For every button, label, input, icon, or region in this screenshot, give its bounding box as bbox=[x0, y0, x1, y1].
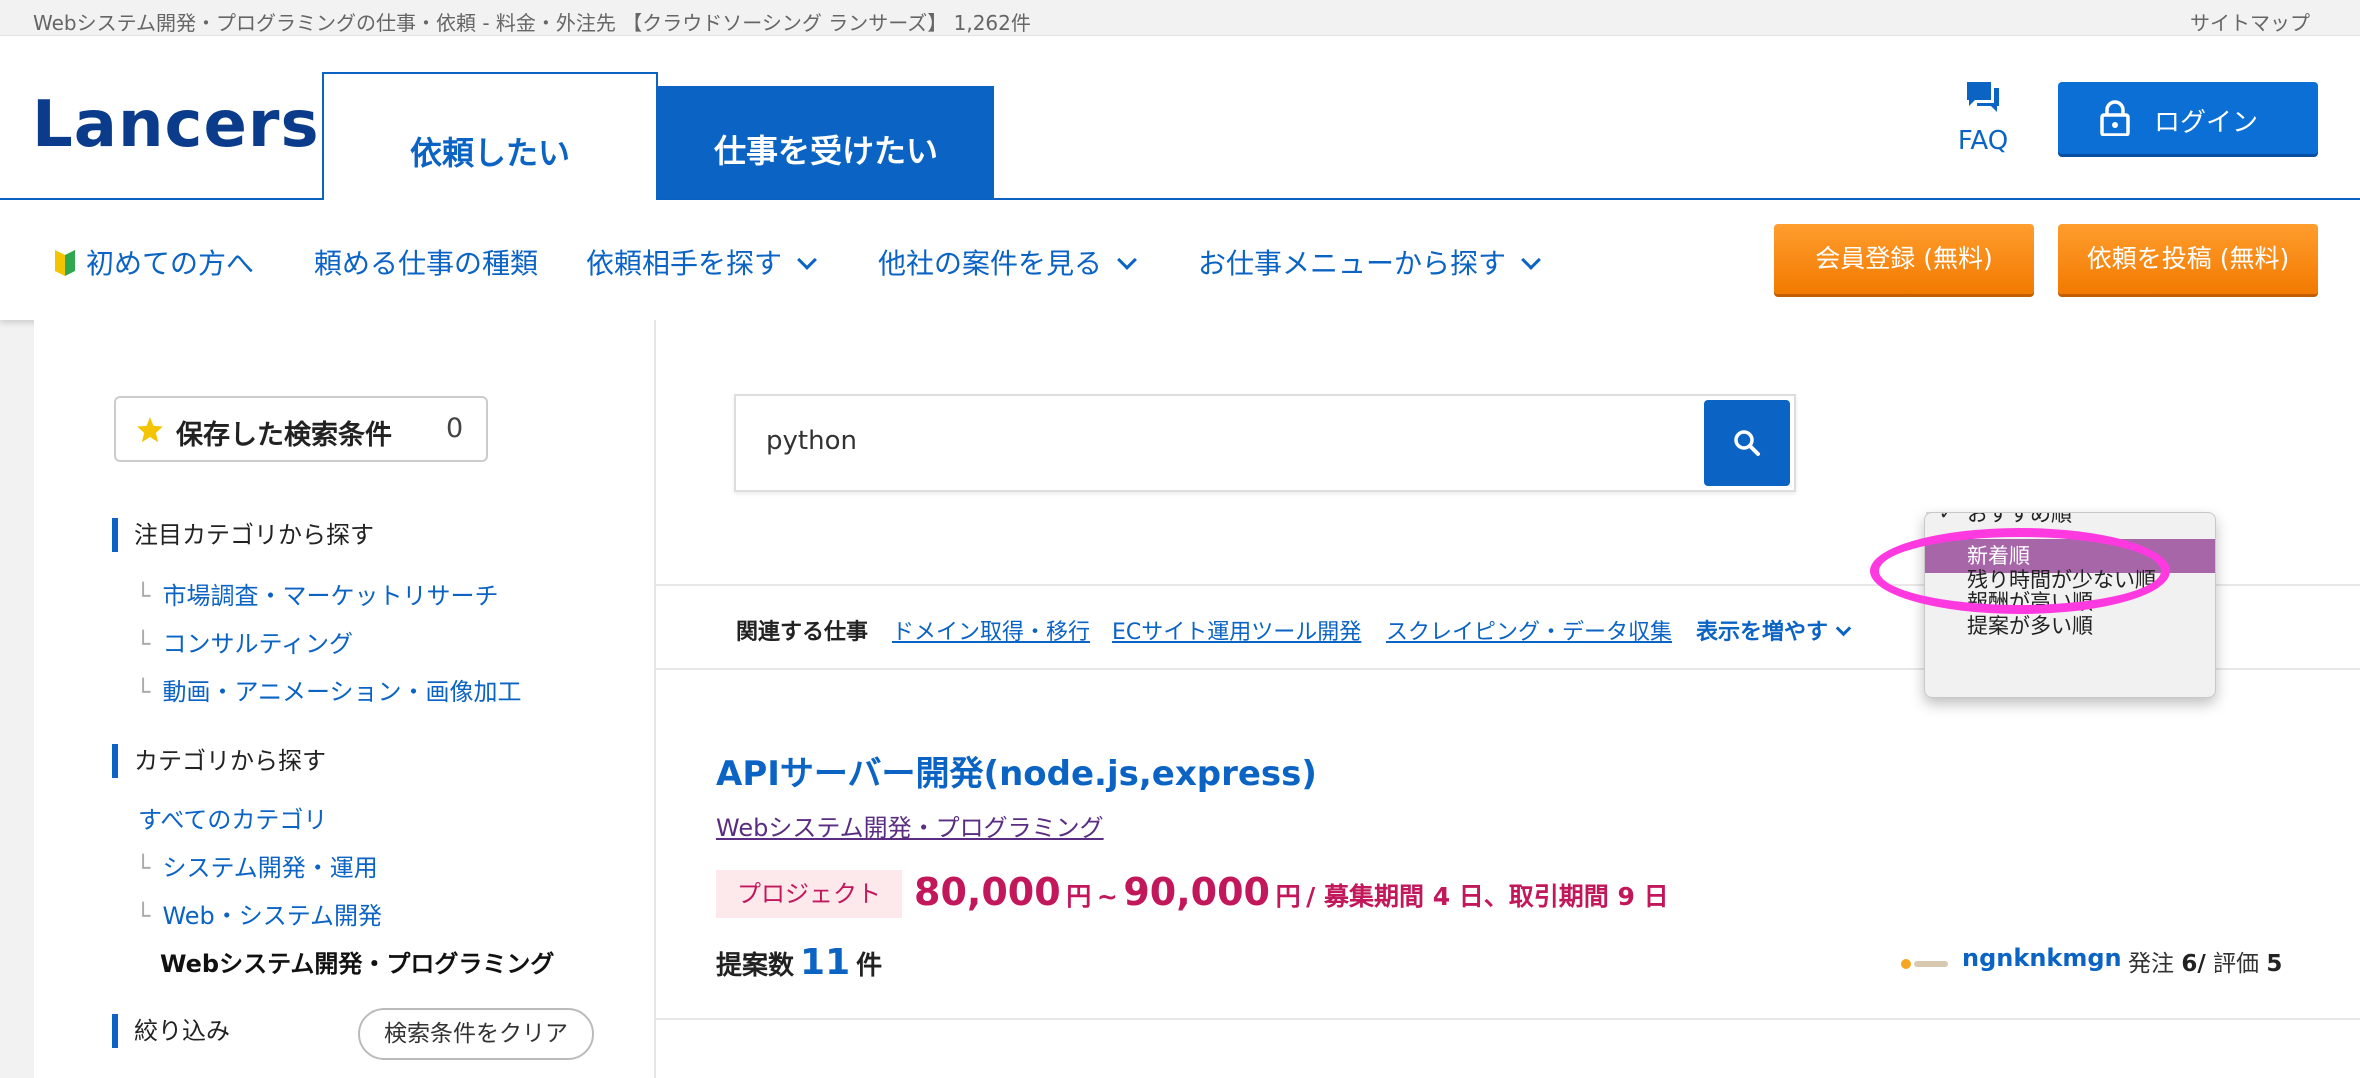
site-header: Lancers 依頼したい 仕事を受けたい FAQ ログイン bbox=[0, 36, 2360, 200]
client-name-link[interactable]: ngnknkmgn bbox=[1962, 944, 2122, 972]
nav-other-projects[interactable]: 他社の案件を見る bbox=[878, 242, 1137, 282]
nav-find-partner-label: 依頼相手を探す bbox=[586, 247, 783, 280]
tab-client[interactable]: 依頼したい bbox=[322, 72, 658, 200]
job-period: / 募集期間 4 日、取引期間 9 日 bbox=[1306, 882, 1669, 911]
all-categories-link[interactable]: すべてのカテゴリ bbox=[138, 800, 327, 835]
price-max: 90,000 bbox=[1123, 870, 1270, 914]
proposals-unit: 件 bbox=[856, 951, 883, 981]
search-input[interactable]: python bbox=[766, 426, 857, 456]
category-system-link[interactable]: └ システム開発・運用 bbox=[136, 848, 378, 883]
related-job-link[interactable]: スクレイピング・データ収集 bbox=[1386, 614, 1672, 646]
sort-dropdown-menu: ✓ おすすめ順 新着順 残り時間が少ない順 報酬が高い順 提案が多い順 bbox=[1924, 512, 2216, 698]
orders-label: 発注 bbox=[2128, 951, 2174, 977]
faq-label: FAQ bbox=[1957, 126, 2009, 156]
login-button[interactable]: ログイン bbox=[2058, 82, 2318, 154]
top-strip: Webシステム開発・プログラミングの仕事・依頼 - 料金・外注先 【クラウドソー… bbox=[0, 0, 2360, 36]
sitemap-link[interactable]: サイトマップ bbox=[2190, 7, 2310, 36]
sort-option[interactable]: ✓ おすすめ順 bbox=[1925, 512, 2215, 531]
chevron-down-icon bbox=[1117, 250, 1137, 270]
main-content: python 関連する仕事 ドメイン取得・移行 ECサイト運用ツール開発 スクレ… bbox=[656, 320, 2360, 1078]
tree-branch-icon: └ bbox=[136, 902, 151, 930]
post-job-button[interactable]: 依頼を投稿 (無料) bbox=[2058, 224, 2318, 294]
job-category-link[interactable]: Webシステム開発・プログラミング bbox=[716, 808, 1104, 843]
nav-work-menu-label: お仕事メニューから探す bbox=[1198, 247, 1507, 280]
chevron-down-icon bbox=[797, 250, 817, 270]
search-button[interactable] bbox=[1704, 400, 1790, 486]
rating-value: 5 bbox=[2266, 951, 2283, 977]
tab-client-label: 依頼したい bbox=[409, 134, 570, 172]
tab-worker[interactable]: 仕事を受けたい bbox=[658, 86, 994, 198]
featured-category-link[interactable]: └ コンサルティング bbox=[136, 624, 353, 659]
featured-category-link[interactable]: └ 動画・アニメーション・画像加工 bbox=[136, 672, 522, 707]
nav-find-partner[interactable]: 依頼相手を探す bbox=[586, 242, 817, 282]
yen-unit: 円 bbox=[1275, 882, 1301, 911]
tab-worker-label: 仕事を受けたい bbox=[713, 132, 938, 170]
proposal-count: 提案数 11 件 bbox=[716, 942, 882, 983]
nav-other-projects-label: 他社の案件を見る bbox=[878, 247, 1103, 280]
register-button[interactable]: 会員登録 (無料) bbox=[1774, 224, 2034, 294]
clear-filters-button[interactable]: 検索条件をクリア bbox=[358, 1008, 594, 1060]
nav-job-types[interactable]: 頼める仕事の種類 bbox=[314, 242, 538, 282]
featured-categories-heading: 注目カテゴリから探す bbox=[112, 518, 374, 552]
yen-unit: 円 bbox=[1066, 882, 1092, 911]
saved-searches-count: 0 bbox=[446, 413, 464, 444]
nav-first-time[interactable]: 初めての方へ bbox=[54, 242, 254, 282]
related-job-link[interactable]: ドメイン取得・移行 bbox=[892, 614, 1090, 646]
proposals-number: 11 bbox=[800, 942, 851, 983]
proposals-label: 提案数 bbox=[716, 951, 795, 981]
search-icon bbox=[1734, 430, 1760, 456]
client-avatar-icon bbox=[1901, 959, 1948, 969]
lock-icon bbox=[2100, 100, 2130, 136]
saved-searches-label: 保存した検索条件 bbox=[176, 420, 392, 451]
related-jobs-heading: 関連する仕事 bbox=[736, 620, 869, 645]
job-type-tag: プロジェクト bbox=[716, 870, 902, 918]
rating-label: 評価 bbox=[2213, 951, 2260, 977]
checkmark-icon: ✓ bbox=[1939, 512, 1955, 524]
list-divider bbox=[656, 1018, 2360, 1020]
job-title-link[interactable]: APIサーバー開発(node.js,express) bbox=[716, 746, 1317, 795]
related-job-link[interactable]: ECサイト運用ツール開発 bbox=[1112, 614, 1361, 646]
lancers-logo[interactable]: Lancers bbox=[32, 88, 320, 162]
orders-count: 6/ bbox=[2181, 951, 2206, 977]
chevron-down-icon bbox=[1521, 250, 1541, 270]
show-more-link[interactable]: 表示を増やす bbox=[1696, 614, 1852, 646]
price-tilde: ~ bbox=[1096, 882, 1118, 911]
chevron-down-icon bbox=[1835, 620, 1852, 637]
tree-branch-icon: └ bbox=[136, 630, 151, 658]
featured-category-link[interactable]: └ 市場調査・マーケットリサーチ bbox=[136, 576, 498, 611]
category-web-link[interactable]: └ Web・システム開発 bbox=[136, 896, 382, 931]
nav-job-types-label: 頼める仕事の種類 bbox=[314, 247, 539, 280]
price-min: 80,000 bbox=[914, 870, 1061, 914]
tree-branch-icon: └ bbox=[136, 582, 151, 610]
tree-branch-icon: └ bbox=[136, 854, 151, 882]
nav-first-time-label: 初めての方へ bbox=[86, 247, 255, 280]
categories-heading: カテゴリから探す bbox=[112, 744, 326, 778]
tree-branch-icon: └ bbox=[136, 678, 151, 706]
global-nav: 初めての方へ 頼める仕事の種類 依頼相手を探す 他社の案件を見る お仕事メニュー… bbox=[0, 200, 2360, 320]
login-label: ログイン bbox=[2154, 108, 2259, 138]
current-category: Webシステム開発・プログラミング bbox=[160, 950, 555, 978]
sidebar: 保存した検索条件 0 注目カテゴリから探す └ 市場調査・マーケットリサーチ └ コ… bbox=[34, 320, 656, 1078]
sort-option[interactable]: 提案が多い順 bbox=[1925, 609, 2215, 643]
client-stats: 発注 6/ 評価 5 bbox=[2128, 944, 2282, 978]
page-breadcrumb: Webシステム開発・プログラミングの仕事・依頼 - 料金・外注先 【クラウドソー… bbox=[33, 11, 1031, 35]
chat-bubbles-icon bbox=[1967, 82, 1999, 112]
search-box: python bbox=[734, 394, 1796, 492]
filter-heading: 絞り込み bbox=[112, 1014, 230, 1048]
job-price: 80,000 円 ~ 90,000 円 / 募集期間 4 日、取引期間 9 日 bbox=[914, 870, 1669, 914]
faq-link[interactable]: FAQ bbox=[1948, 80, 2018, 156]
star-icon bbox=[137, 417, 163, 443]
beginner-leaf-icon bbox=[55, 250, 75, 276]
saved-searches-button[interactable]: 保存した検索条件 0 bbox=[114, 396, 488, 462]
nav-work-menu[interactable]: お仕事メニューから探す bbox=[1198, 242, 1541, 282]
